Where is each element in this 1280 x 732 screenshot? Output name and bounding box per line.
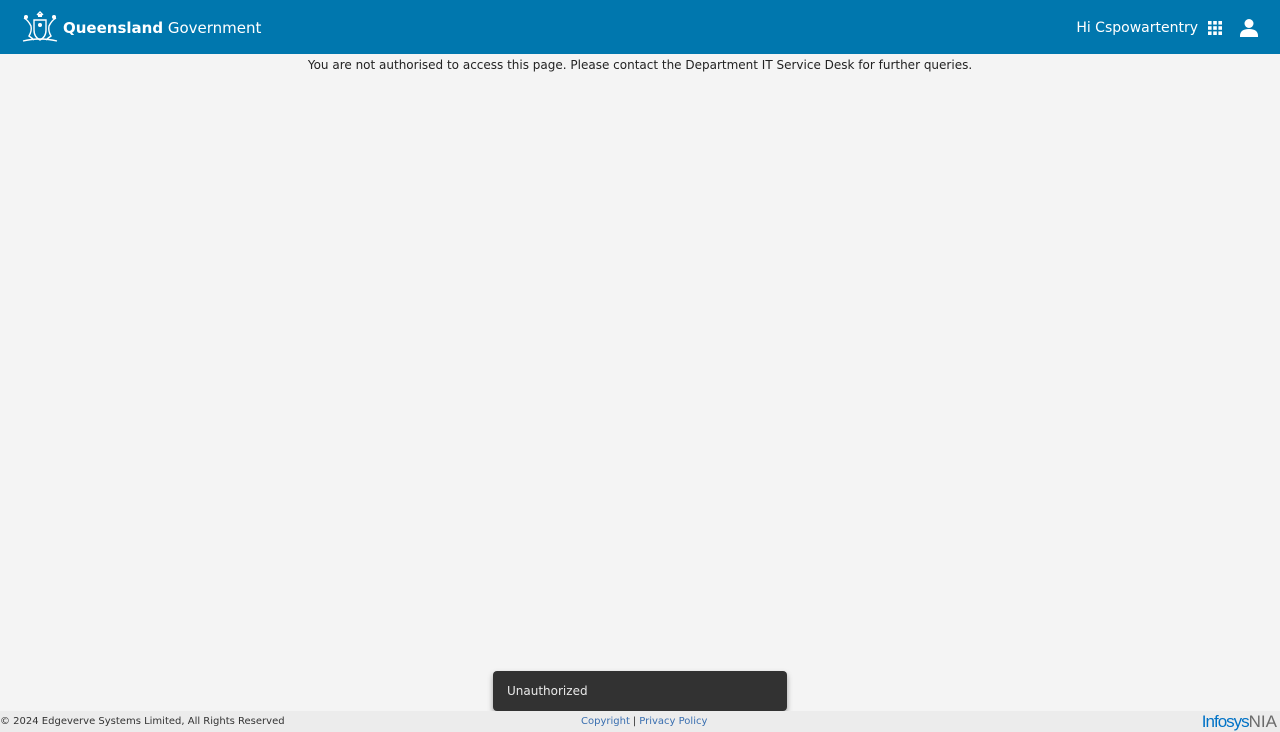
infosys-logo-text: Infosys bbox=[1201, 712, 1250, 731]
brand-title-bold: Queensland bbox=[63, 19, 164, 37]
footer-copyright-text: © 2024 Edgeverve Systems Limited, All Ri… bbox=[0, 716, 285, 727]
brand-title: Queensland Government bbox=[63, 18, 261, 38]
user-account-icon[interactable] bbox=[1240, 18, 1258, 38]
coat-of-arms-icon bbox=[22, 11, 58, 42]
infosys-nia-logo: InfosysNIA bbox=[1202, 712, 1277, 732]
unauthorised-message: You are not authorised to access this pa… bbox=[307, 58, 973, 72]
brand-title-regular: Government bbox=[167, 19, 262, 37]
footer-links: Copyright | Privacy Policy bbox=[581, 711, 707, 732]
snackbar-text: Unauthorized bbox=[507, 684, 588, 698]
privacy-policy-link[interactable]: Privacy Policy bbox=[639, 716, 707, 727]
snackbar-toast: Unauthorized bbox=[493, 671, 787, 711]
nia-logo-text: NIA bbox=[1248, 712, 1277, 731]
page-footer: © 2024 Edgeverve Systems Limited, All Ri… bbox=[0, 711, 1280, 732]
apps-grid-icon[interactable] bbox=[1208, 21, 1222, 35]
copyright-link[interactable]: Copyright bbox=[581, 716, 630, 727]
user-greeting: Hi Cspowartentry bbox=[1076, 20, 1198, 36]
top-header: Queensland Government Hi Cspowartentry bbox=[0, 0, 1280, 54]
footer-link-separator: | bbox=[632, 716, 637, 727]
